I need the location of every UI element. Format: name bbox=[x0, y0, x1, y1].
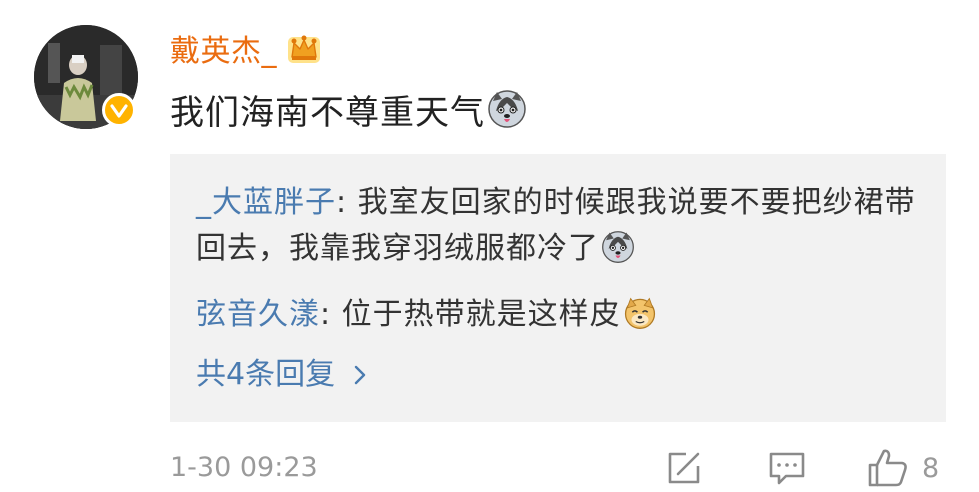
verified-badge-icon bbox=[102, 93, 136, 127]
vip-crown-icon[interactable] bbox=[285, 29, 323, 67]
like-icon bbox=[868, 449, 907, 487]
more-replies-label[interactable]: 共4条回复 bbox=[196, 352, 335, 398]
reply-item[interactable]: _大蓝胖子: 我室友回家的时候跟我说要不要把纱裙带回去，我靠我穿羽绒服都冷了 bbox=[196, 180, 916, 272]
username-link[interactable]: 戴英杰_ bbox=[170, 26, 277, 70]
username-row: 戴英杰_ bbox=[170, 26, 323, 70]
doge-emoji-icon bbox=[624, 297, 655, 329]
replies-panel: _大蓝胖子: 我室友回家的时候跟我说要不要把纱裙带回去，我靠我穿羽绒服都冷了 弦… bbox=[170, 154, 946, 422]
reply-author[interactable]: _大蓝胖子 bbox=[196, 185, 336, 220]
reply-separator: : bbox=[320, 297, 342, 332]
reply-item[interactable]: 弦音久漾: 位于热带就是这样皮 bbox=[196, 292, 657, 338]
comment-button[interactable] bbox=[766, 447, 808, 489]
husky-emoji-icon bbox=[602, 230, 634, 263]
chevron-right-icon bbox=[354, 365, 366, 385]
reply-separator: : bbox=[336, 185, 358, 220]
comment-card: 戴英杰_ 我们海南不尊重天气 _大蓝胖子: 我室友回家的时候跟我说要不要把纱裙带… bbox=[0, 0, 979, 492]
reply-text: 位于热带就是这样皮 bbox=[341, 297, 621, 332]
like-count: 8 bbox=[922, 452, 940, 484]
comment-text: 我们海南不尊重天气 bbox=[170, 92, 485, 133]
comment-timestamp: 1-30 09:23 bbox=[170, 452, 318, 483]
avatar-container[interactable] bbox=[34, 25, 138, 129]
reply-author[interactable]: 弦音久漾 bbox=[196, 297, 320, 332]
share-icon bbox=[668, 452, 700, 484]
view-all-replies-link[interactable]: 共4条回复 bbox=[196, 352, 367, 398]
husky-emoji-icon bbox=[488, 90, 526, 128]
like-button[interactable]: 8 bbox=[866, 447, 939, 489]
comment-icon bbox=[769, 452, 805, 485]
share-button[interactable] bbox=[664, 447, 704, 489]
comment-body: 我们海南不尊重天气 bbox=[170, 86, 527, 133]
